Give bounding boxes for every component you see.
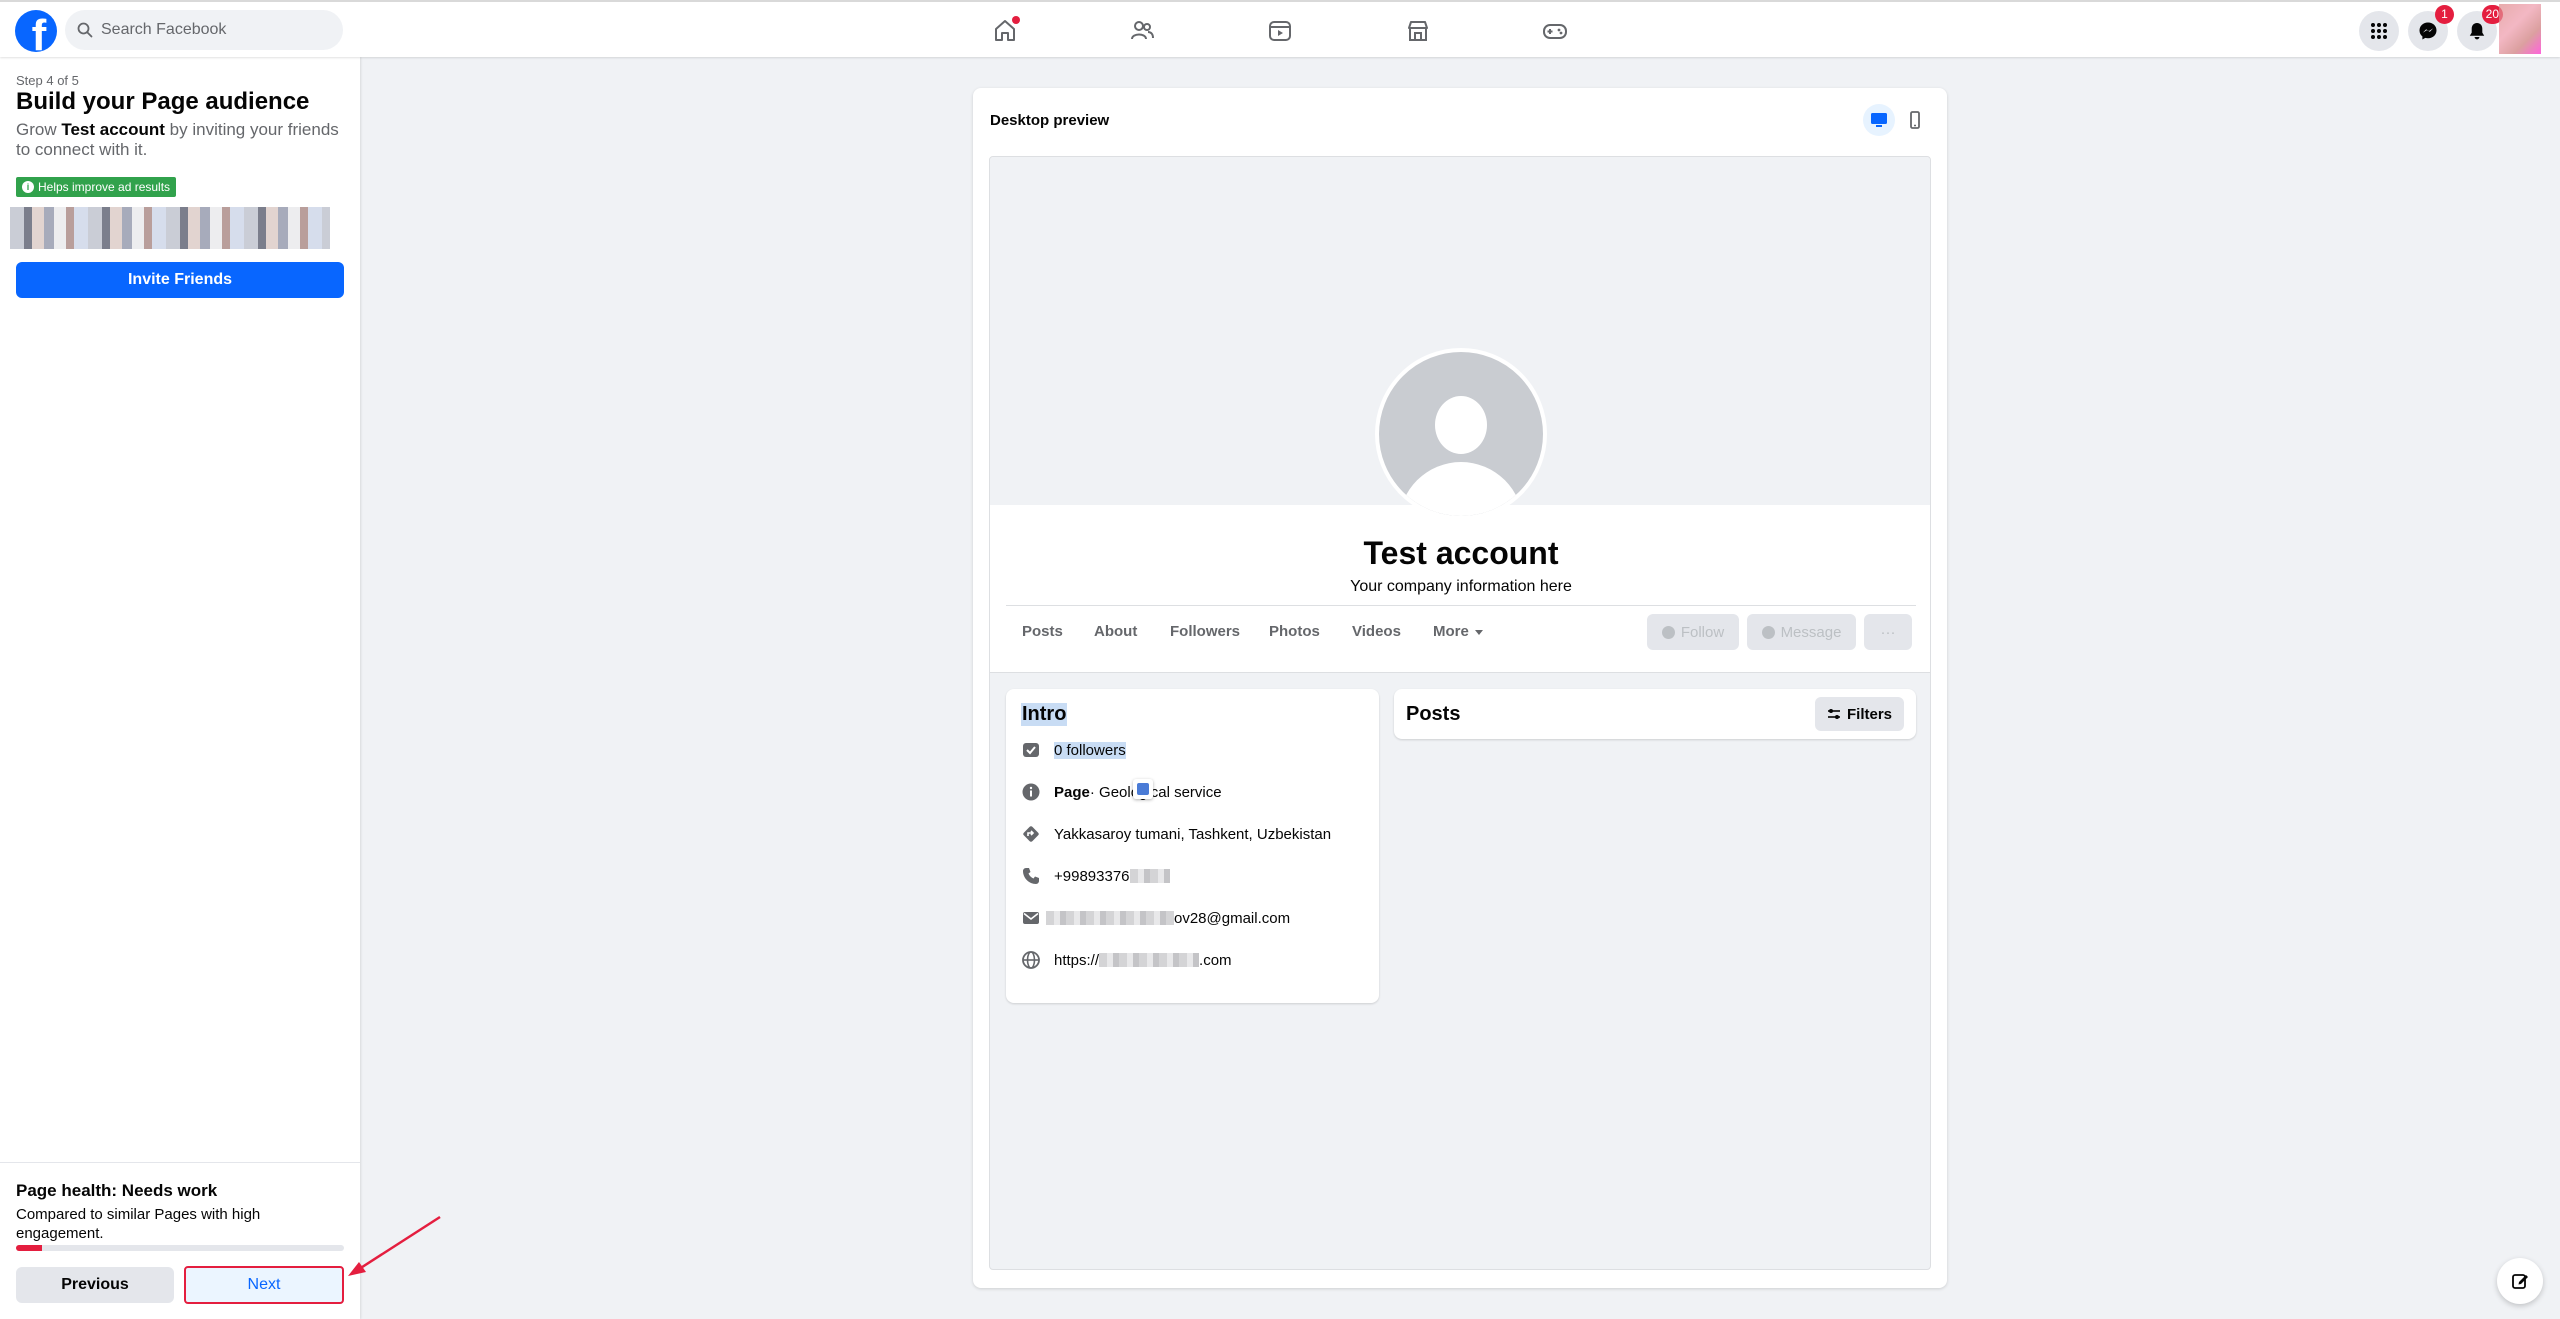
desktop-view-button[interactable] <box>1863 104 1895 136</box>
sliders-icon <box>1827 709 1840 719</box>
ad-results-badge: i Helps improve ad results <box>16 177 177 197</box>
tab-followers[interactable]: Followers <box>1170 623 1240 640</box>
followers-count[interactable]: 0 followers <box>1054 741 1126 759</box>
tab-videos[interactable]: Videos <box>1352 623 1401 640</box>
intro-address-row: Yakkasaroy tumani, Tashkent, Uzbekistan <box>1021 823 1331 845</box>
friends-nav-icon[interactable] <box>1125 14 1159 48</box>
search-box[interactable] <box>65 10 343 50</box>
intro-email-row: ov28@gmail.com <box>1021 907 1290 929</box>
posts-title: Posts <box>1406 703 1461 725</box>
phone-icon <box>1023 868 1039 884</box>
home-nav-icon[interactable] <box>988 14 1022 48</box>
previous-button[interactable]: Previous <box>16 1267 174 1303</box>
new-message-button[interactable] <box>2497 1258 2543 1304</box>
gaming-nav-icon[interactable] <box>1538 14 1572 48</box>
video-nav-icon[interactable] <box>1263 14 1297 48</box>
grid-icon <box>2371 23 2387 39</box>
menu-grid-button[interactable] <box>2359 11 2399 51</box>
messenger-badge: 1 <box>2435 5 2454 24</box>
globe-icon <box>1022 951 1040 969</box>
notifications-button[interactable]: 20 <box>2457 5 2503 51</box>
ad-results-badge-label: Helps improve ad results <box>38 180 171 194</box>
page-health-description: Compared to similar Pages with high enga… <box>16 1206 261 1242</box>
tab-about[interactable]: About <box>1094 623 1137 640</box>
redacted-block <box>1046 911 1174 925</box>
email-icon <box>1023 912 1039 924</box>
lock-icon <box>1661 625 1675 639</box>
desktop-icon <box>1871 113 1887 127</box>
followers-icon <box>1023 743 1039 757</box>
more-options-button[interactable]: ··· <box>1864 614 1912 650</box>
redacted-block <box>1129 869 1170 883</box>
directions-icon <box>1023 826 1039 842</box>
intro-title: Intro <box>1021 703 1068 726</box>
tab-more-label: More <box>1433 623 1469 640</box>
tab-photos[interactable]: Photos <box>1269 623 1320 640</box>
messenger-icon <box>2419 22 2437 40</box>
messenger-button[interactable]: 1 <box>2408 5 2454 51</box>
page-website-prefix[interactable]: https:// <box>1054 952 1099 969</box>
friends-avatars-strip <box>10 207 330 249</box>
page-website-suffix[interactable]: .com <box>1199 952 1232 969</box>
intro-phone-row: +99893376 <box>1021 865 1170 887</box>
page-health-progress <box>16 1245 344 1251</box>
search-input[interactable] <box>101 21 321 39</box>
bell-icon <box>2469 23 2485 40</box>
desc-prefix: Grow <box>16 120 62 139</box>
filters-label: Filters <box>1846 705 1892 723</box>
top-navigation-bar: f 1 20 <box>0 0 2560 57</box>
page-health-title: Page health: Needs work <box>16 1181 218 1200</box>
preview-label: Desktop preview <box>990 112 1110 129</box>
annotation-arrow <box>348 1215 441 1276</box>
message-button[interactable]: Message <box>1747 614 1856 650</box>
info-icon: i <box>22 181 34 193</box>
follow-label: Follow <box>1680 623 1725 641</box>
desc-page-name: Test account <box>61 120 165 139</box>
page-type-label: Page <box>1054 783 1090 801</box>
profile-picture <box>1375 348 1547 520</box>
follow-button[interactable]: Follow <box>1647 614 1739 650</box>
intro-website-row: https:// .com <box>1021 949 1232 971</box>
filters-button[interactable]: Filters <box>1814 697 1904 731</box>
message-label: Message <box>1780 623 1842 641</box>
home-notification-dot <box>1012 16 1020 24</box>
translate-icon[interactable] <box>1133 779 1153 799</box>
desktop-preview-card: Desktop preview Test account Your compan… <box>973 88 1947 1288</box>
page-address: Yakkasaroy tumani, Tashkent, Uzbekistan <box>1054 825 1332 843</box>
mobile-view-button[interactable] <box>1899 104 1931 136</box>
profile-header: Test account Your company information he… <box>990 505 1930 673</box>
info-circle-icon <box>1022 783 1040 801</box>
next-button[interactable]: Next <box>184 1266 344 1304</box>
tab-more[interactable]: More <box>1433 623 1483 640</box>
compose-icon <box>2512 1274 2528 1289</box>
sidebar-title: Build your Page audience <box>16 88 310 115</box>
redacted-block <box>1099 953 1200 967</box>
tab-posts[interactable]: Posts <box>1022 623 1063 640</box>
facebook-logo-icon[interactable]: f <box>15 10 57 52</box>
search-icon <box>77 22 93 38</box>
marketplace-nav-icon[interactable] <box>1401 14 1435 48</box>
intro-followers-row: 0 followers <box>1021 739 1126 761</box>
page-phone: +99893376 <box>1054 867 1130 885</box>
sidebar-description: Grow Test account by inviting your frien… <box>16 120 346 160</box>
page-health-progress-fill <box>16 1245 43 1251</box>
intro-card: Intro 0 followers Page · Geological serv… <box>1006 689 1379 1003</box>
tabs-divider <box>1006 605 1916 606</box>
setup-sidebar: Step 4 of 5 Build your Page audience Gro… <box>0 57 360 1319</box>
page-description: Your company information here <box>1350 578 1572 595</box>
page-health-panel: Page health: Needs work Compared to simi… <box>0 1162 360 1319</box>
page-preview-frame: Test account Your company information he… <box>989 156 1931 1270</box>
invite-friends-button[interactable]: Invite Friends <box>16 262 344 298</box>
intro-category-row: Page · Geological service <box>1021 781 1222 803</box>
step-indicator: Step 4 of 5 <box>16 73 79 88</box>
mobile-icon <box>1910 111 1920 129</box>
page-name: Test account <box>1363 535 1559 571</box>
page-email: ov28@gmail.com <box>1174 909 1291 927</box>
account-avatar[interactable] <box>2499 4 2541 54</box>
posts-card: Posts Filters <box>1394 689 1916 739</box>
caret-down-icon <box>1474 629 1483 635</box>
messenger-icon <box>1761 625 1775 639</box>
page-category: · Geological service <box>1089 783 1222 801</box>
